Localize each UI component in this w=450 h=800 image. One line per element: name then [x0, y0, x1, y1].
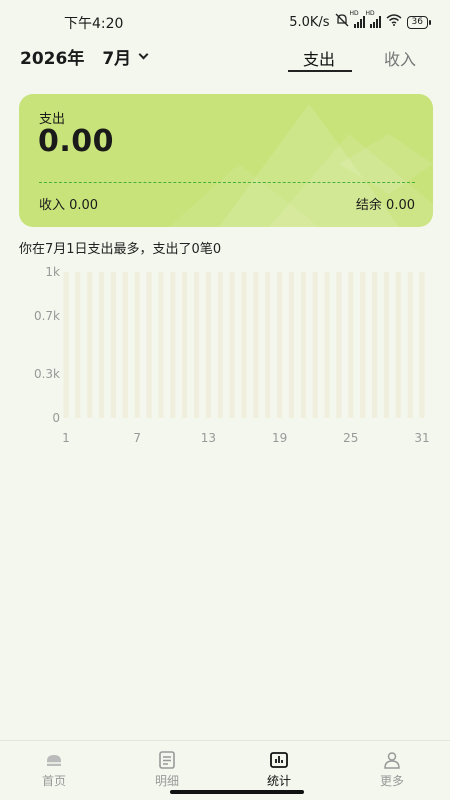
network-speed: 5.0K/s — [289, 14, 330, 30]
summary-card: 支出 0.00 收入 0.00 结余 0.00 — [19, 94, 433, 227]
chevron-down-icon — [138, 49, 149, 60]
chart-bar-background — [336, 272, 342, 418]
chart-bar-background — [288, 272, 294, 418]
status-icons: 5.0K/s HD HD 36 — [289, 10, 432, 31]
chart-bar-background — [170, 272, 176, 418]
status-bar: 下午4:20 5.0K/s HD HD 36 — [0, 0, 450, 40]
tab-stats-label: 统计 — [266, 774, 291, 788]
balance-summary: 结余 0.00 — [355, 198, 415, 213]
x-tick-label: 19 — [272, 431, 287, 445]
chart-bar-background — [110, 272, 116, 418]
card-divider — [39, 182, 415, 183]
chart-bar-background — [146, 272, 152, 418]
chart-bar-background — [419, 272, 425, 418]
chart-bar-background — [300, 272, 306, 418]
tab-more[interactable]: 更多 — [362, 751, 422, 789]
signal-icon-2: HD — [366, 10, 381, 28]
signal-icon: HD — [350, 10, 365, 28]
header: 2026年 7月 支出 收入 — [0, 40, 450, 76]
chart-bar-background — [229, 272, 235, 418]
max-expense-info: 你在7月1日支出最多，支出了0笔0 — [19, 242, 222, 257]
chart-bar-background — [87, 272, 93, 418]
chart-bar-background — [277, 272, 283, 418]
chart-bar-background — [134, 272, 140, 418]
active-tab-indicator — [288, 70, 352, 72]
tab-expense[interactable]: 支出 — [303, 46, 335, 70]
expense-amount: 0.00 — [38, 124, 115, 159]
chart-bar-background — [253, 272, 259, 418]
chart-bar-background — [395, 272, 401, 418]
chart-bar-background — [75, 272, 81, 418]
x-tick-label: 1 — [62, 431, 70, 445]
list-icon — [159, 751, 175, 769]
stats-icon — [270, 752, 288, 768]
chart-bar-background — [217, 272, 223, 418]
x-tick-label: 13 — [201, 431, 216, 445]
battery-icon: 36 — [406, 15, 432, 29]
tab-home-label: 首页 — [41, 774, 66, 788]
chart-bar-background — [383, 272, 389, 418]
mute-icon — [335, 13, 349, 31]
tab-home[interactable]: 首页 — [24, 751, 84, 789]
chart-bar-background — [99, 272, 105, 418]
x-tick-label: 31 — [414, 431, 429, 445]
chart-bar-background — [265, 272, 271, 418]
chart-bar-background — [312, 272, 318, 418]
tab-income[interactable]: 收入 — [384, 46, 416, 70]
x-tick-label: 25 — [343, 431, 358, 445]
home-icon — [47, 755, 61, 766]
month-label: 7月 — [102, 49, 132, 69]
chart-bar-background — [407, 272, 413, 418]
date-selector[interactable]: 2026年 7月 — [20, 44, 149, 69]
chart-bar-background — [158, 272, 164, 418]
status-time: 下午4:20 — [64, 16, 124, 32]
chart-bar-background — [348, 272, 354, 418]
daily-expense-chart: 0 0.3k 0.7k 1k 1 7 13 19 25 31 — [0, 260, 450, 450]
chart-bar-background — [205, 272, 211, 418]
tab-more-label: 更多 — [379, 774, 404, 788]
y-tick-label: 0.7k — [34, 309, 60, 323]
wifi-icon — [386, 14, 402, 30]
y-tick-label: 0 — [52, 411, 60, 425]
y-tick-label: 0.3k — [34, 367, 60, 381]
chart-bar-background — [241, 272, 247, 418]
y-tick-label: 1k — [45, 265, 60, 279]
chart-bar-background — [360, 272, 366, 418]
tab-stats[interactable]: 统计 — [249, 751, 309, 789]
year-label: 2026年 — [20, 49, 85, 69]
home-indicator — [170, 790, 304, 794]
chart-bar-background — [194, 272, 200, 418]
chart-bar-background — [122, 272, 128, 418]
tab-details[interactable]: 明细 — [137, 751, 197, 789]
chart-bar-background — [372, 272, 378, 418]
income-summary: 收入 0.00 — [39, 198, 99, 213]
profile-icon — [384, 752, 400, 769]
chart-bar-background — [324, 272, 330, 418]
chart-svg: 0 0.3k 0.7k 1k 1 7 13 19 25 31 — [34, 265, 430, 445]
chart-bar-background — [63, 272, 69, 418]
chart-bar-background — [182, 272, 188, 418]
tab-details-label: 明细 — [154, 774, 179, 788]
x-tick-label: 7 — [133, 431, 141, 445]
